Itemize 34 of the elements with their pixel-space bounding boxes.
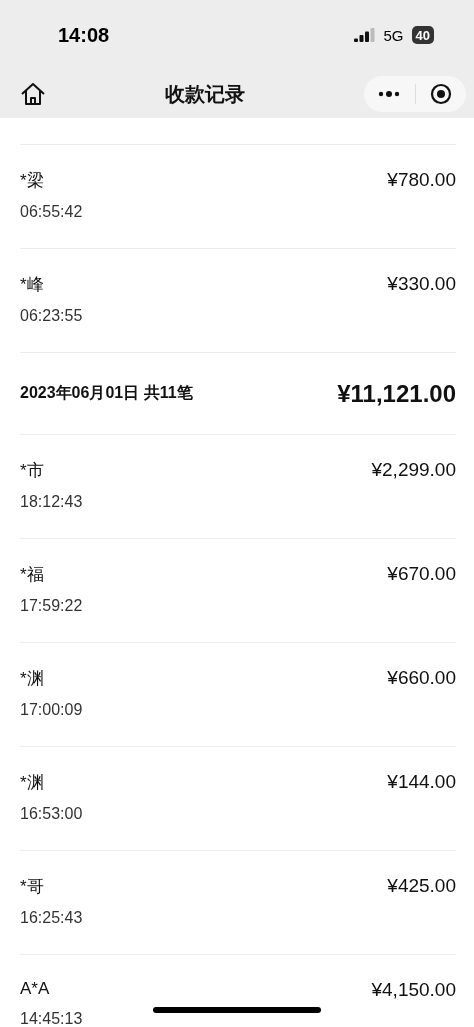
payment-time: 06:55:42	[20, 203, 83, 221]
payment-time: 17:59:22	[20, 597, 83, 615]
payment-time: 16:53:00	[20, 805, 83, 823]
day-total: ¥11,121.00	[337, 379, 456, 408]
status-time: 14:08	[58, 23, 110, 47]
payer-name: *渊	[20, 772, 45, 794]
payment-amount: ¥144.00	[387, 771, 456, 793]
payer-name: *渊	[20, 668, 45, 690]
payment-amount: ¥780.00	[387, 169, 456, 191]
payer-name: *市	[20, 460, 45, 482]
signal-icon	[353, 28, 376, 42]
home-icon[interactable]	[20, 82, 46, 106]
page-title: 收款记录	[165, 81, 245, 107]
payment-time: 14:45:13	[20, 1010, 83, 1027]
payer-name: *梁	[20, 170, 45, 192]
payment-amount: ¥670.00	[387, 563, 456, 585]
payment-amount: ¥660.00	[387, 667, 456, 689]
payment-time: 18:12:43	[20, 493, 83, 511]
payer-name: A*A	[20, 979, 51, 999]
payment-time: 17:00:09	[20, 701, 83, 719]
payer-name: *福	[20, 564, 45, 586]
payment-amount: ¥2,299.00	[371, 459, 456, 481]
payment-amount: ¥330.00	[387, 273, 456, 295]
payment-time: 16:25:43	[20, 909, 83, 927]
payment-amount: ¥4,150.00	[371, 979, 456, 1001]
close-icon[interactable]	[429, 83, 452, 105]
day-summary: 2023年06月01日 共11笔	[20, 383, 193, 403]
payer-name: *峰	[20, 274, 45, 296]
battery-level: 40	[411, 26, 434, 44]
payment-amount: ¥425.00	[387, 875, 456, 897]
network-label: 5G	[383, 26, 404, 44]
payment-time: 06:23:55	[20, 307, 83, 325]
more-icon[interactable]	[378, 91, 401, 97]
payer-name: *哥	[20, 876, 45, 898]
